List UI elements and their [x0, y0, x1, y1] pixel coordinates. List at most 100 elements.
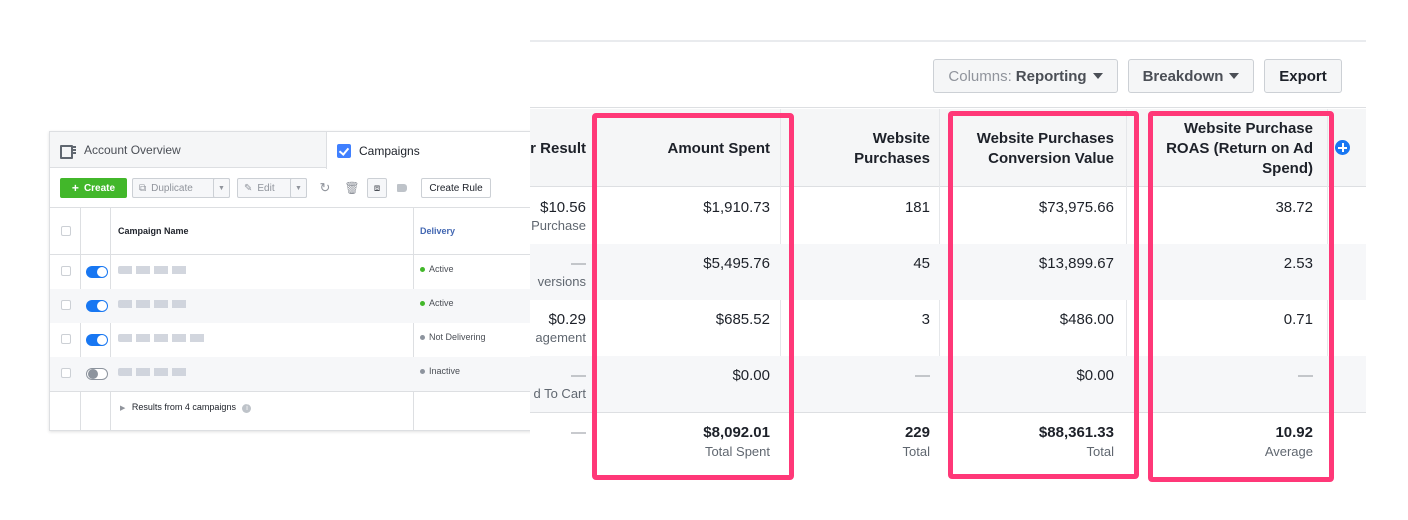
delivery-status-label: Not Delivering [429, 332, 486, 342]
header-line: Conversion Value [988, 150, 1114, 167]
export-label: Export [1279, 67, 1327, 85]
conversion-value-cell: $486.00 [1059, 311, 1114, 328]
amount-spent-cell: $0.00 [732, 367, 770, 384]
breakdown-dropdown[interactable]: Breakdown [1128, 59, 1254, 93]
total-conversion-value: $88,361.33 Total [1039, 424, 1114, 459]
header-amount-spent[interactable]: Amount Spent [668, 139, 771, 159]
total-roas-value: 10.92 [1275, 424, 1313, 441]
total-amount-spent-caption: Total Spent [704, 444, 770, 459]
reporting-panel: Columns: Reporting Breakdown Export r Re… [530, 40, 1366, 474]
create-button[interactable]: + Create [60, 178, 127, 198]
preview-button[interactable]: ⧈ [367, 178, 387, 198]
table-row[interactable]: $0.29 agement $685.52 3 $486.00 0.71 [530, 300, 1366, 356]
plus-icon: + [71, 181, 79, 195]
roas-cell: 38.72 [1275, 199, 1313, 216]
tab-campaigns-label: Campaigns [359, 143, 420, 158]
campaign-name-redacted[interactable] [118, 300, 188, 308]
campaign-toggle[interactable] [86, 266, 108, 278]
campaign-name-redacted[interactable] [118, 368, 190, 376]
table-row[interactable]: Inactive [50, 357, 538, 391]
purchases-cell: 45 [913, 255, 930, 272]
undo-icon: ↻ [319, 180, 331, 195]
roas-cell: 0.71 [1283, 311, 1313, 328]
conversion-value-cell: $0.00 [1076, 367, 1114, 384]
table-row[interactable]: $10.56 Purchase $1,910.73 181 $73,975.66… [530, 188, 1366, 244]
cost-per-result-cell: — d To Cart [533, 367, 586, 401]
chevron-down-icon: ▼ [218, 184, 225, 192]
campaign-toggle[interactable] [86, 368, 108, 380]
tag-button[interactable] [392, 178, 412, 198]
preview-icon: ⧈ [373, 182, 381, 194]
breakdown-label: Breakdown [1142, 67, 1224, 85]
campaign-name-redacted[interactable] [118, 334, 206, 342]
purchases-cell: — [915, 367, 930, 384]
campaigns-panel: Account Overview Campaigns ⊞ + Create ⧉ … [49, 131, 539, 431]
select-all-checkbox[interactable] [61, 226, 71, 236]
delivery-status-label: Inactive [429, 366, 461, 376]
info-icon[interactable]: i [242, 404, 252, 413]
row-checkbox[interactable] [61, 334, 71, 344]
tag-icon [397, 184, 407, 192]
total-purchases-value: 229 [904, 424, 930, 441]
total-amount-spent-value: $8,092.01 [703, 424, 770, 441]
expand-caret-icon: ▶ [120, 405, 126, 412]
cost-per-result-value: $10.56 [540, 199, 586, 216]
table-row[interactable]: Active [50, 255, 538, 289]
delete-button[interactable]: 🗑 [342, 178, 362, 198]
tab-account-overview[interactable]: Account Overview [60, 132, 322, 168]
report-toolbar: Columns: Reporting Breakdown Export [530, 42, 1366, 108]
header-line: Purchases [854, 150, 930, 167]
columns-dropdown[interactable]: Columns: Reporting [933, 59, 1118, 93]
duplicate-label: Duplicate [151, 182, 193, 194]
header-conversion-value[interactable]: Website Purchases Conversion Value [977, 129, 1114, 169]
table-header: Campaign Name Delivery [50, 208, 538, 255]
cost-per-result-cell: $10.56 Purchase [531, 199, 586, 233]
header-cost-per-result[interactable]: r Result [530, 139, 586, 159]
campaign-name-redacted[interactable] [118, 266, 190, 274]
delivery-status: Not Delivering [420, 332, 486, 342]
add-column-icon[interactable] [1335, 140, 1350, 155]
columns-label: Columns: [948, 67, 1012, 85]
pencil-icon: ✎ [244, 182, 253, 194]
total-amount-spent: $8,092.01 Total Spent [703, 424, 770, 459]
results-summary[interactable]: ▶ Results from 4 campaigns i [120, 402, 252, 413]
create-rule-button[interactable]: Create Rule [421, 178, 491, 198]
delivery-status: Inactive [420, 366, 460, 376]
header-delivery[interactable]: Delivery [420, 226, 455, 236]
table-row[interactable]: Active [50, 289, 538, 323]
campaign-toggle[interactable] [86, 334, 108, 346]
campaign-toggle[interactable] [86, 300, 108, 312]
chevron-down-icon: ▼ [295, 184, 302, 192]
header-website-purchases[interactable]: Website Purchases [854, 129, 930, 169]
header-roas[interactable]: Website Purchase ROAS (Return on Ad Spen… [1166, 119, 1313, 179]
header-campaign-name[interactable]: Campaign Name [118, 226, 189, 236]
header-line: Spend) [1262, 160, 1313, 177]
row-checkbox[interactable] [61, 368, 71, 378]
export-button[interactable]: Export [1264, 59, 1342, 93]
status-dot-icon [420, 368, 425, 374]
status-dot-icon [420, 266, 425, 272]
chevron-down-icon [1229, 73, 1240, 79]
cost-per-result-value: $0.29 [548, 311, 586, 328]
duplicate-dropdown-button[interactable]: ▼ [213, 178, 230, 198]
undo-button[interactable]: ↻ [315, 178, 335, 198]
table-row[interactable]: Not Delivering [50, 323, 538, 357]
table-row[interactable]: — d To Cart $0.00 — $0.00 — [530, 356, 1366, 412]
trash-icon: 🗑 [344, 181, 360, 195]
status-dot-icon [420, 300, 425, 306]
delivery-status-label: Active [429, 298, 454, 308]
amount-spent-cell: $685.52 [715, 311, 770, 328]
total-conversion-value-caption: Total [1086, 444, 1114, 459]
chevron-down-icon [1092, 73, 1103, 79]
row-checkbox[interactable] [61, 300, 71, 310]
table-row[interactable]: — versions $5,495.76 45 $13,899.67 2.53 [530, 244, 1366, 300]
row-checkbox[interactable] [61, 266, 71, 276]
checkbox-checked-icon [337, 143, 351, 158]
edit-dropdown-button[interactable]: ▼ [290, 178, 307, 198]
tab-campaigns[interactable]: Campaigns [326, 132, 538, 169]
account-overview-icon [60, 145, 76, 159]
cost-per-result-value: — [571, 255, 586, 272]
amount-spent-cell: $1,910.73 [703, 199, 770, 216]
tab-account-overview-label: Account Overview [84, 143, 181, 157]
cost-per-result-cell: — versions [538, 255, 586, 289]
